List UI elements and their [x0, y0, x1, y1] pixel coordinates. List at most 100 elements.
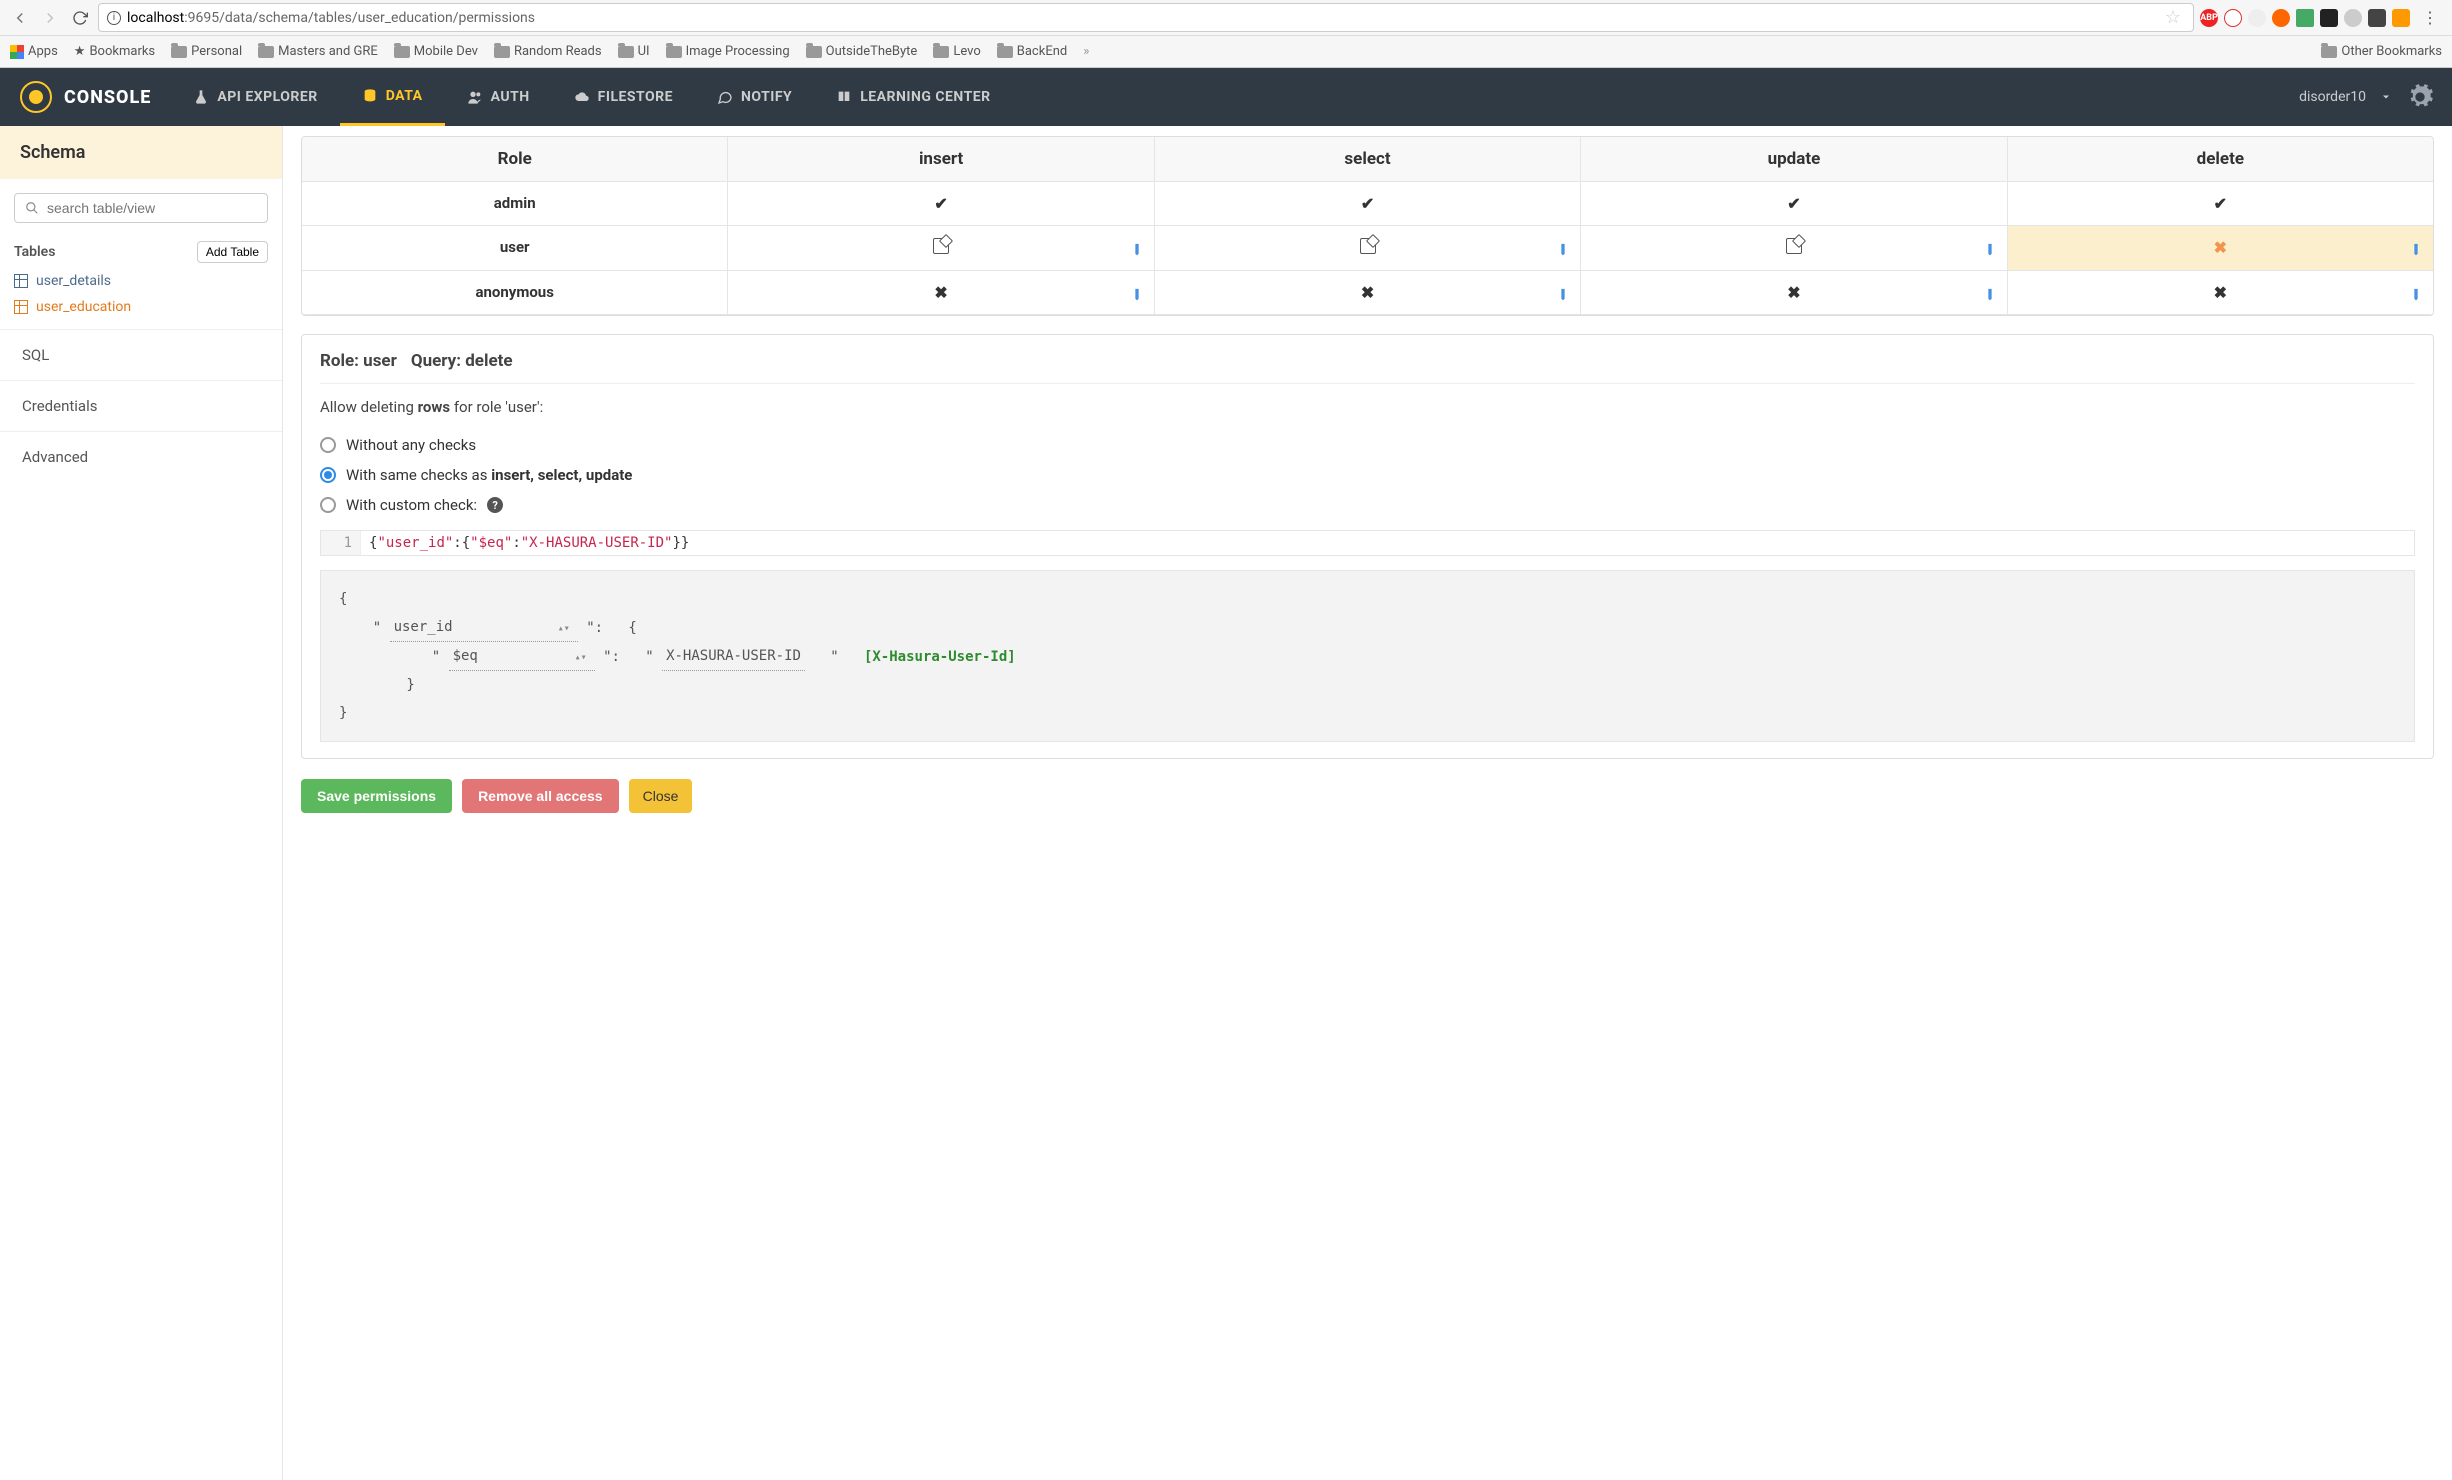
x-icon: ✖: [1787, 283, 1800, 302]
cell-anon-update[interactable]: ✖: [1581, 271, 2007, 315]
ext-icon-7[interactable]: [2392, 9, 2410, 27]
reload-button[interactable]: [68, 6, 92, 30]
operator-select[interactable]: $eq ▴▾: [449, 642, 595, 671]
ext-icon-4[interactable]: [2296, 9, 2314, 27]
bm-other[interactable]: Other Bookmarks: [2321, 44, 2442, 59]
url-text: localhost:9695/data/schema/tables/user_e…: [127, 10, 2159, 26]
bm-mobiledev[interactable]: Mobile Dev: [394, 44, 478, 59]
save-button[interactable]: Save permissions: [301, 779, 452, 813]
bm-apps[interactable]: Apps: [10, 44, 58, 59]
sidebar-sql[interactable]: SQL: [0, 329, 282, 380]
radio-same-checks[interactable]: With same checks as insert, select, upda…: [320, 460, 2415, 490]
cell-admin-delete: ✔: [2008, 182, 2433, 226]
abp-icon[interactable]: ABP: [2200, 9, 2218, 27]
bm-ui[interactable]: UI: [618, 44, 650, 59]
x-icon: ✖: [2214, 283, 2227, 302]
cloud-icon: [574, 89, 590, 105]
folder-icon: [997, 46, 1013, 58]
sidebar-advanced[interactable]: Advanced: [0, 431, 282, 482]
bookmark-star-icon[interactable]: ☆: [2165, 7, 2181, 28]
code-editor[interactable]: 1 {"user_id":{"$eq":"X-HASURA-USER-ID"}}: [320, 530, 2415, 556]
flask-icon: [193, 89, 209, 105]
site-info-icon[interactable]: i: [107, 11, 121, 25]
remove-button[interactable]: Remove all access: [462, 779, 619, 813]
cell-anon-insert[interactable]: ✖: [728, 271, 1154, 315]
tab-data[interactable]: DATA: [340, 68, 445, 126]
gear-icon[interactable]: [2406, 83, 2434, 111]
ext-icon-5[interactable]: [2344, 9, 2362, 27]
value-input[interactable]: X-HASURA-USER-ID: [662, 642, 805, 671]
search-box[interactable]: [14, 193, 268, 223]
cell-anon-select[interactable]: ✖: [1155, 271, 1581, 315]
radio-no-checks[interactable]: Without any checks: [320, 430, 2415, 460]
folder-icon: [618, 46, 634, 58]
search-input[interactable]: [47, 200, 257, 216]
check-icon: ✔: [2214, 194, 2227, 213]
forward-button[interactable]: [38, 6, 62, 30]
ext-icon-3[interactable]: [2272, 9, 2290, 27]
hasura-logo-icon: [20, 81, 52, 113]
bm-overflow[interactable]: »: [1083, 44, 1089, 59]
ext-icon-2[interactable]: [2248, 9, 2266, 27]
tab-filestore[interactable]: FILESTORE: [552, 68, 695, 126]
chrome-menu-icon[interactable]: ⋮: [2416, 8, 2444, 27]
pencil-icon[interactable]: [1980, 283, 2000, 303]
bm-personal[interactable]: Personal: [171, 44, 242, 59]
cell-user-select[interactable]: [1155, 226, 1581, 271]
pencil-icon[interactable]: [1553, 238, 1573, 258]
col-role: Role: [302, 137, 728, 182]
col-insert: insert: [728, 137, 1154, 182]
radio-icon: [320, 437, 336, 453]
suggestion[interactable]: [X-Hasura-User-Id]: [864, 643, 1016, 671]
close-button[interactable]: Close: [629, 779, 693, 813]
code-content[interactable]: {"user_id":{"$eq":"X-HASURA-USER-ID"}}: [361, 531, 697, 555]
bm-backend[interactable]: BackEnd: [997, 44, 1067, 59]
cell-user-delete[interactable]: ✖: [2008, 226, 2433, 271]
bm-outside[interactable]: OutsideTheByte: [806, 44, 918, 59]
pencil-icon[interactable]: [1127, 283, 1147, 303]
pencil-icon[interactable]: [2406, 283, 2426, 303]
bm-bookmarks[interactable]: ★ Bookmarks: [74, 44, 155, 59]
ext-icon-1[interactable]: [2224, 9, 2242, 27]
bm-imgproc[interactable]: Image Processing: [666, 44, 790, 59]
folder-icon: [2321, 46, 2337, 58]
tab-notify[interactable]: NOTIFY: [695, 68, 814, 126]
react-devtools-icon[interactable]: [2320, 9, 2338, 27]
pencil-icon[interactable]: [2406, 238, 2426, 258]
bm-random[interactable]: Random Reads: [494, 44, 602, 59]
cell-user-update[interactable]: [1581, 226, 2007, 271]
row-admin: admin ✔ ✔ ✔ ✔: [302, 182, 2433, 226]
pencil-icon[interactable]: [1553, 283, 1573, 303]
radio-icon: [320, 497, 336, 513]
sidebar: Schema Tables Add Table user_details use…: [0, 126, 283, 1480]
ext-icon-6[interactable]: [2368, 9, 2386, 27]
cell-user-insert[interactable]: [728, 226, 1154, 271]
search-icon: [25, 201, 39, 215]
radio-custom-check[interactable]: With custom check: ?: [320, 490, 2415, 520]
tab-auth[interactable]: AUTH: [445, 68, 552, 126]
folder-icon: [806, 46, 822, 58]
pencil-icon[interactable]: [1980, 238, 2000, 258]
cell-anon-delete[interactable]: ✖: [2008, 271, 2433, 315]
bm-masters[interactable]: Masters and GRE: [258, 44, 378, 59]
folder-icon: [494, 46, 510, 58]
sidebar-credentials[interactable]: Credentials: [0, 380, 282, 431]
cell-admin-insert: ✔: [728, 182, 1154, 226]
tab-api-explorer[interactable]: API EXPLORER: [171, 68, 339, 126]
table-user-details[interactable]: user_details: [14, 273, 268, 289]
help-icon[interactable]: ?: [487, 497, 503, 513]
check-icon: ✔: [934, 194, 947, 213]
bm-levo[interactable]: Levo: [933, 44, 980, 59]
row-user: user ✖: [302, 226, 2433, 271]
url-bar[interactable]: i localhost:9695/data/schema/tables/user…: [98, 3, 2194, 32]
user-menu[interactable]: disorder10: [2281, 83, 2452, 111]
table-user-education[interactable]: user_education: [14, 299, 268, 315]
brand: CONSOLE: [0, 81, 171, 113]
edit-square-icon: [1360, 238, 1376, 254]
brand-text: CONSOLE: [64, 87, 151, 108]
add-table-button[interactable]: Add Table: [197, 241, 268, 263]
tab-learning[interactable]: LEARNING CENTER: [814, 68, 1012, 126]
field-select[interactable]: user_id ▴▾: [390, 613, 578, 642]
pencil-icon[interactable]: [1127, 238, 1147, 258]
back-button[interactable]: [8, 6, 32, 30]
